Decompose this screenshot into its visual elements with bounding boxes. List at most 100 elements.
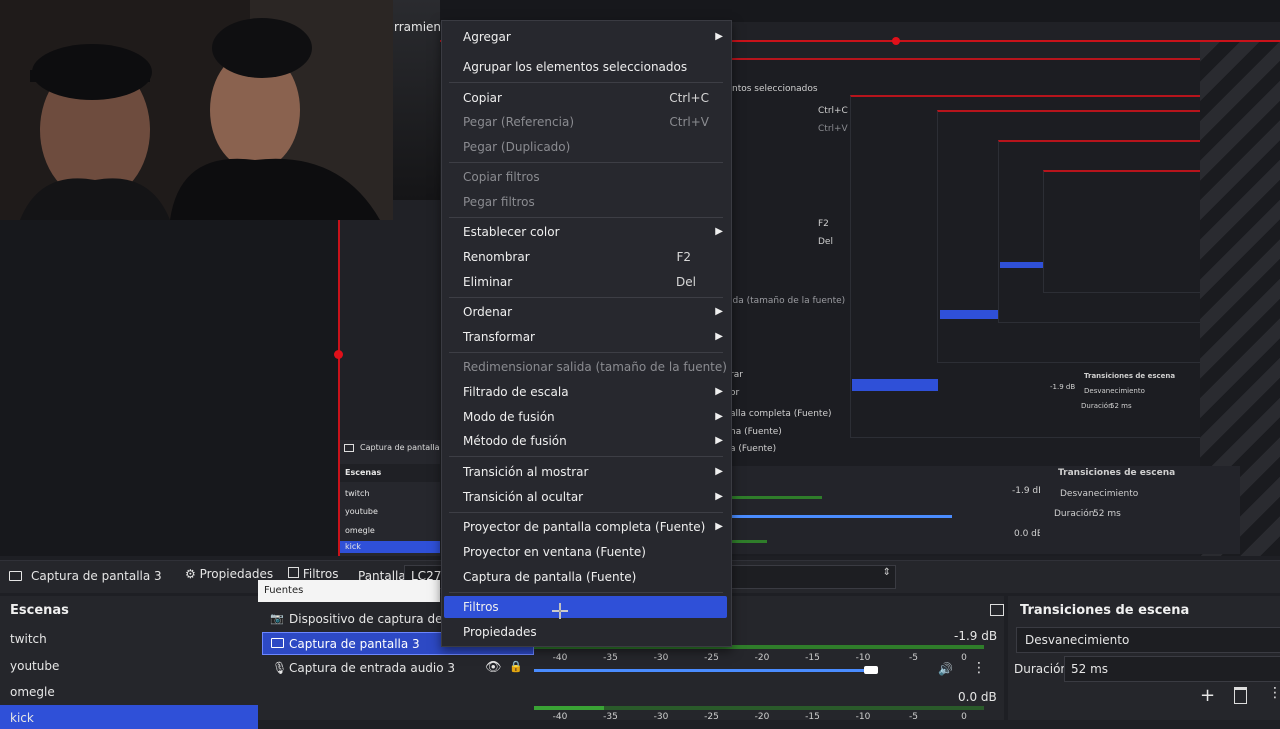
nested-shortcut: F2 <box>818 219 829 229</box>
scene-item-twitch[interactable]: twitch <box>10 632 47 646</box>
webcam-image <box>0 0 393 220</box>
menu-item-proyector-completa[interactable]: Proyector de pantalla completa (Fuente) ▶ <box>442 516 729 538</box>
add-transition-icon[interactable]: + <box>1200 685 1215 706</box>
volume-slider-track[interactable] <box>534 669 874 672</box>
meter-tick-label: -20 <box>755 712 770 720</box>
menu-item-label: Renombrar <box>463 250 530 264</box>
nested-scenes-title: Escenas <box>345 468 382 477</box>
nested-trans-title: Transiciones de escena <box>1058 468 1176 478</box>
menu-item-label: Copiar <box>463 91 502 105</box>
nested-scene-item: youtube <box>345 507 378 516</box>
submenu-arrow-icon: ▶ <box>715 411 723 422</box>
menu-item-captura-pantalla[interactable]: Captura de pantalla (Fuente) <box>442 566 729 588</box>
menu-item-transicion-mostrar[interactable]: Transición al mostrar ▶ <box>442 461 729 483</box>
menu-item-transformar[interactable]: Transformar ▶ <box>442 326 729 348</box>
menu-item-filtrado-escala[interactable]: Filtrado de escala ▶ <box>442 381 729 403</box>
menu-item-label: Filtrado de escala <box>463 385 569 399</box>
submenu-arrow-icon: ▶ <box>715 435 723 446</box>
nested-shortcut: Ctrl+C <box>818 106 848 116</box>
menu-item-agregar[interactable]: Agregar ▶ <box>442 26 729 48</box>
meter-tick-label: -20 <box>755 653 770 663</box>
meter-tick-label: -15 <box>805 712 820 720</box>
scenes-dock: Escenas twitch youtube omegle kick <box>0 596 258 729</box>
submenu-arrow-icon: ▶ <box>715 331 723 342</box>
submenu-arrow-icon: ▶ <box>715 386 723 397</box>
menu-item-pegar-duplicado[interactable]: Pegar (Duplicado) <box>442 136 729 158</box>
monitor-icon <box>9 571 22 581</box>
nested-meter <box>732 540 767 543</box>
nested-highlight <box>852 379 938 391</box>
submenu-arrow-icon: ▶ <box>715 521 723 532</box>
context-menu: Agregar ▶ Agrupar los elementos seleccion… <box>441 20 732 647</box>
meter-tick-label: 0 <box>961 712 967 720</box>
menu-item-establecer-color[interactable]: Establecer color ▶ <box>442 221 729 243</box>
submenu-arrow-icon: ▶ <box>715 31 723 42</box>
menu-item-propiedades[interactable]: Propiedades <box>442 621 729 643</box>
eye-icon[interactable]: 👁 <box>485 660 502 675</box>
menu-item-copiar[interactable]: Copiar Ctrl+C <box>442 87 729 109</box>
menu-item-pegar-referencia[interactable]: Pegar (Referencia) Ctrl+V <box>442 111 729 133</box>
nested-db: 0.0 dB <box>1014 529 1044 539</box>
submenu-arrow-icon: ▶ <box>715 306 723 317</box>
menu-item-label: Propiedades <box>463 625 537 639</box>
nested-mixer <box>730 466 1040 554</box>
resize-handle[interactable] <box>334 350 343 359</box>
menu-item-proyector-ventana[interactable]: Proyector en ventana (Fuente) <box>442 541 729 563</box>
nested-volume <box>732 515 952 518</box>
speaker-icon[interactable]: 🔊 <box>938 662 953 676</box>
resize-handle[interactable] <box>892 37 900 45</box>
more-options-icon[interactable]: ⋮ <box>1268 685 1280 701</box>
menu-item-renombrar[interactable]: Renombrar F2 <box>442 246 729 268</box>
submenu-arrow-icon: ▶ <box>715 466 723 477</box>
scene-item-omegle[interactable]: omegle <box>10 685 55 699</box>
menu-item-label: Filtros <box>463 600 499 614</box>
sources-tooltip: Fuentes <box>258 580 440 602</box>
meter-tick-label: -10 <box>856 712 871 720</box>
menu-item-label: Redimensionar salida (tamaño de la fuent… <box>463 360 727 374</box>
nested-scene-item: kick <box>345 542 361 551</box>
menu-item-filtros[interactable]: Filtros <box>444 596 727 618</box>
menu-item-transicion-ocultar[interactable]: Transición al ocultar ▶ <box>442 486 729 508</box>
scenes-title: Escenas <box>10 603 69 618</box>
menu-item-copiar-filtros[interactable]: Copiar filtros <box>442 166 729 188</box>
meter-tick-label: -35 <box>603 712 618 720</box>
shortcut-label: F2 <box>676 250 691 264</box>
duration-label: Duración <box>1014 662 1069 676</box>
menu-item-modo-fusion[interactable]: Modo de fusión ▶ <box>442 406 729 428</box>
meter-tick-label: -35 <box>603 653 618 663</box>
menu-item-pegar-filtros[interactable]: Pegar filtros <box>442 191 729 213</box>
lock-icon[interactable]: 🔒 <box>509 660 523 673</box>
more-options-icon[interactable]: ⋮ <box>972 660 986 676</box>
nested-trans-title: Transiciones de escena <box>1084 372 1176 380</box>
source-item-audio[interactable]: Captura de entrada audio 3 <box>289 661 455 675</box>
filter-icon <box>288 567 299 578</box>
meter-tick-label: -40 <box>553 712 568 720</box>
float-dock-icon[interactable] <box>990 604 1004 616</box>
menu-item-redimensionar[interactable]: Redimensionar salida (tamaño de la fuent… <box>442 356 729 378</box>
menu-item-label: Agrupar los elementos seleccionados <box>463 60 688 74</box>
scene-item-youtube[interactable]: youtube <box>10 659 59 673</box>
duration-spinbox[interactable]: 52 ms <box>1064 656 1280 682</box>
nested-shortcut: Ctrl+V <box>818 124 848 134</box>
menu-item-eliminar[interactable]: Eliminar Del <box>442 271 729 293</box>
menu-item-label: Proyector en ventana (Fuente) <box>463 545 646 559</box>
submenu-arrow-icon: ▶ <box>715 491 723 502</box>
trash-icon[interactable] <box>1234 687 1247 704</box>
menu-item-agrupar[interactable]: Agrupar los elementos seleccionados <box>442 56 729 78</box>
menu-separator <box>449 82 723 83</box>
menu-separator <box>449 592 723 593</box>
menu-item-ordenar[interactable]: Ordenar ▶ <box>442 301 729 323</box>
scene-item-label: kick <box>10 711 34 725</box>
sources-tooltip-text: Fuentes <box>264 585 304 596</box>
meter-tick-label: -15 <box>805 653 820 663</box>
nested-scene-item: omegle <box>345 526 375 535</box>
nested-highlight <box>1000 262 1043 268</box>
menu-item-metodo-fusion[interactable]: Método de fusión ▶ <box>442 430 729 452</box>
transition-select[interactable]: Desvanecimiento <box>1016 627 1280 653</box>
webcam-feed <box>0 0 393 220</box>
meter-ticks-top: -40 -35 -30 -25 -20 -15 -10 -5 0 <box>553 653 967 663</box>
scene-transitions-dock: Transiciones de escena Desvanecimiento D… <box>1008 596 1280 720</box>
scene-item-kick[interactable]: kick <box>0 705 258 729</box>
volume-slider-handle[interactable] <box>864 666 878 674</box>
monitor-icon <box>271 638 284 648</box>
